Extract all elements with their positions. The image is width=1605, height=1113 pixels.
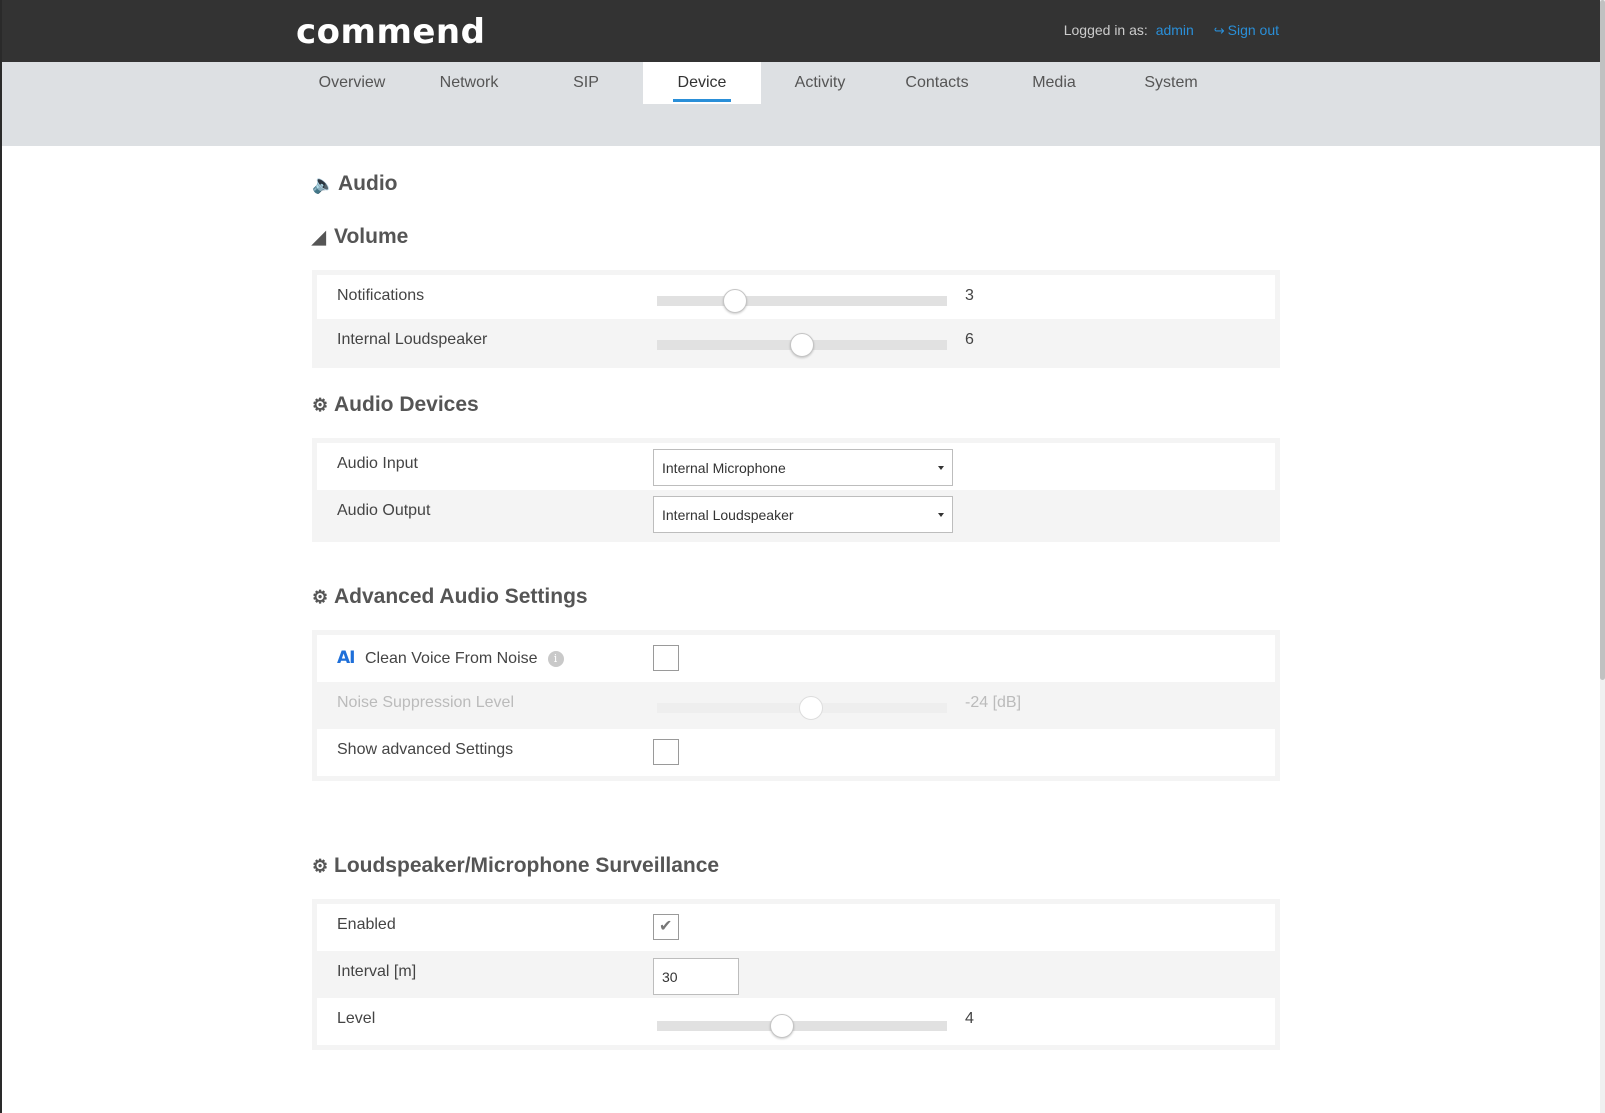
surveillance-enabled-checkbox[interactable]: ✔ [653,914,679,940]
tab-contacts[interactable]: Contacts [877,62,997,104]
main-nav: Overview Network SIP Device Activity Con… [2,62,1600,146]
clean-voice-checkbox[interactable] [653,645,679,671]
tab-overview[interactable]: Overview [292,62,412,104]
tab-sip[interactable]: SIP [526,62,646,104]
chevron-down-icon [938,466,944,470]
speaker-icon: 🔈 [312,174,335,194]
logged-in-label: Logged in as: [1063,22,1148,38]
page-scrollbar[interactable] [1600,0,1605,1113]
clean-voice-row: AI Clean Voice From Noise i [317,635,1275,682]
audio-input-row: Audio Input Internal Microphone [317,443,1275,490]
surveillance-enabled-row: Enabled ✔ [317,904,1275,951]
surveillance-enabled-label: Enabled [337,916,396,933]
notifications-slider-thumb[interactable] [723,289,748,313]
ai-badge-icon: AI [337,648,355,668]
advanced-audio-panel: AI Clean Voice From Noise i Noise Suppress… [312,630,1280,781]
surveillance-level-slider-thumb[interactable] [769,1014,794,1038]
audio-heading: 🔈 Audio [312,172,397,196]
surveillance-level-value: 4 [965,1010,974,1027]
clean-voice-label-group: AI Clean Voice From Noise i [337,648,564,668]
internal-loudspeaker-label: Internal Loudspeaker [337,331,488,348]
notifications-value: 3 [965,287,974,304]
user-link[interactable]: admin [1156,22,1194,38]
volume-heading: ◢ Volume [312,225,408,249]
advanced-audio-heading: ⚙ Advanced Audio Settings [312,585,588,609]
audio-input-label: Audio Input [337,455,418,472]
checkmark-icon: ✔ [659,918,673,935]
tab-media[interactable]: Media [994,62,1114,104]
show-advanced-checkbox[interactable] [653,739,679,765]
surveillance-level-label: Level [337,1010,376,1027]
chevron-down-icon [938,513,944,517]
tab-network[interactable]: Network [409,62,529,104]
audio-output-row: Audio Output Internal Loudspeaker [317,490,1275,537]
sign-out-link[interactable]: ↪ Sign out [1214,22,1279,38]
top-bar: commend Logged in as: admin ↪ Sign out [2,0,1600,62]
audio-output-selected: Internal Loudspeaker [662,507,794,523]
notifications-label: Notifications [337,287,425,304]
volume-title: Volume [334,225,409,248]
scrollbar-thumb[interactable] [1600,0,1605,680]
noise-suppression-slider-thumb [798,696,823,720]
audio-title: Audio [338,172,398,195]
advanced-audio-title: Advanced Audio Settings [334,585,588,608]
info-icon[interactable]: i [547,651,564,667]
show-advanced-row: Show advanced Settings [317,729,1275,776]
gear-icon: ⚙ [312,587,329,607]
noise-suppression-slider [657,696,947,720]
notifications-slider[interactable] [657,289,947,313]
surveillance-title: Loudspeaker/Microphone Surveillance [334,854,720,877]
noise-suppression-label: Noise Suppression Level [337,694,514,711]
gear-icon: ⚙ [312,395,329,415]
surveillance-heading: ⚙ Loudspeaker/Microphone Surveillance [312,854,719,878]
sign-out-icon: ↪ [1213,23,1225,38]
audio-input-selected: Internal Microphone [662,460,786,476]
audio-input-select[interactable]: Internal Microphone [653,449,953,486]
internal-loudspeaker-slider[interactable] [657,333,947,357]
audio-output-select[interactable]: Internal Loudspeaker [653,496,953,533]
audio-devices-heading: ⚙ Audio Devices [312,393,479,417]
audio-output-label: Audio Output [337,502,431,519]
noise-suppression-row: Noise Suppression Level -24 [dB] [317,682,1275,729]
noise-suppression-value: -24 [dB] [965,694,1022,711]
surveillance-level-slider[interactable] [657,1014,947,1038]
audio-devices-title: Audio Devices [334,393,479,416]
login-info: Logged in as: admin ↪ Sign out [1064,22,1279,39]
main-content: 🔈 Audio ◢ Volume Notifications 3 Internal … [2,146,1600,1113]
audio-devices-panel: Audio Input Internal Microphone Audio Ou… [312,438,1280,542]
volume-panel: Notifications 3 Internal Loudspeaker 6 [312,270,1280,368]
internal-loudspeaker-value: 6 [965,331,974,348]
surveillance-interval-row: Interval [m] [317,951,1275,998]
internal-loudspeaker-slider-thumb[interactable] [790,333,814,357]
show-advanced-label: Show advanced Settings [337,741,514,758]
internal-loudspeaker-row: Internal Loudspeaker 6 [317,319,1275,363]
tab-activity[interactable]: Activity [760,62,880,104]
logo: commend [296,12,486,52]
surveillance-interval-input[interactable] [653,958,739,995]
surveillance-level-row: Level 4 [317,998,1275,1045]
clean-voice-label: Clean Voice From Noise [365,650,538,667]
volume-wedge-icon: ◢ [312,227,326,247]
surveillance-interval-label: Interval [m] [337,963,417,980]
gear-icon: ⚙ [312,856,329,876]
tab-system[interactable]: System [1111,62,1231,104]
tab-device[interactable]: Device [643,62,761,104]
notifications-row: Notifications 3 [317,275,1275,319]
surveillance-panel: Enabled ✔ Interval [m] Level 4 [312,899,1280,1050]
page: commend Logged in as: admin ↪ Sign out Ov… [0,0,1600,1113]
sign-out-label: Sign out [1227,22,1279,38]
